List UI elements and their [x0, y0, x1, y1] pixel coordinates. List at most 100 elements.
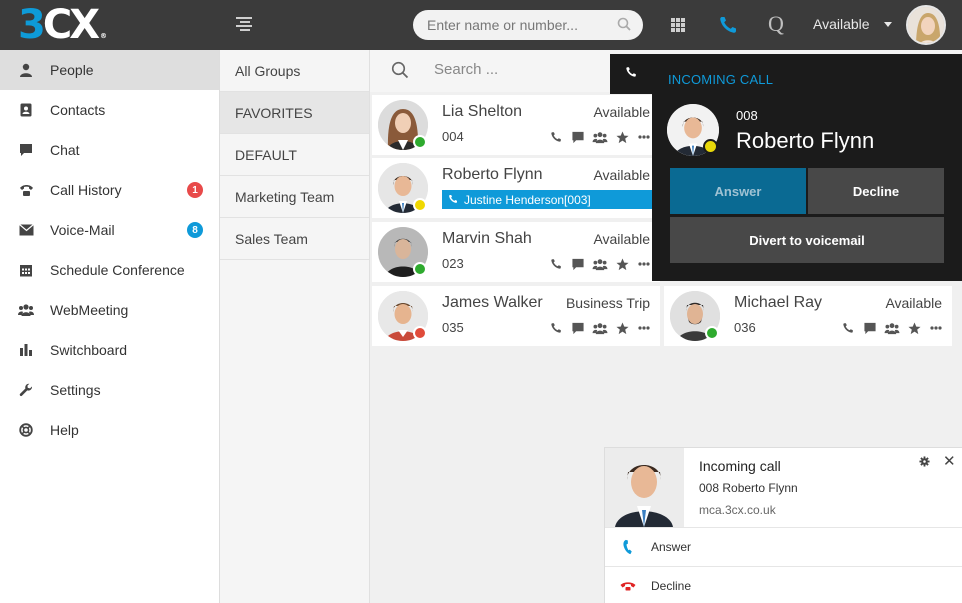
answer-button[interactable]: Answer: [670, 168, 806, 214]
sidebar-item-people[interactable]: People: [0, 50, 219, 90]
gear-icon[interactable]: [919, 454, 930, 472]
people-search-input[interactable]: [434, 61, 604, 78]
answer-label: Answer: [651, 540, 692, 554]
chat-icon[interactable]: [570, 257, 586, 271]
sidebar-item-label: WebMeeting: [50, 302, 129, 318]
sidebar-item-voice-mail[interactable]: Voice-Mail 8: [0, 210, 219, 250]
phone-icon: [448, 193, 458, 207]
close-icon[interactable]: ✕: [943, 452, 956, 470]
wrench-icon: [18, 382, 34, 398]
contact-status: Business Trip: [565, 295, 650, 311]
group-icon: [18, 302, 34, 318]
sidebar-item-contacts[interactable]: Contacts: [0, 90, 219, 130]
divert-to-voicemail-button[interactable]: Divert to voicemail: [670, 217, 944, 263]
group-sales-team[interactable]: Sales Team: [220, 218, 369, 260]
more-icon[interactable]: [636, 257, 652, 271]
chat-icon[interactable]: [570, 130, 586, 144]
notification-source: mca.3cx.co.uk: [699, 503, 776, 517]
contact-card-michael-ray[interactable]: Michael Ray 036 Available: [664, 286, 952, 346]
decline-button[interactable]: Decline: [808, 168, 944, 214]
call-icon[interactable]: [548, 257, 564, 271]
bar-chart-icon: [18, 342, 34, 358]
contact-extension: 036: [734, 320, 756, 335]
chevron-down-icon: [883, 21, 892, 27]
dial-search-input[interactable]: [427, 17, 612, 33]
presence-status-dropdown[interactable]: Available: [813, 16, 892, 32]
hangup-icon: [605, 581, 651, 591]
q-icon[interactable]: Q: [768, 11, 784, 37]
notification-decline-button[interactable]: Decline: [605, 566, 962, 603]
top-bar: 3CX® Q Available: [0, 0, 962, 50]
contact-actions: [548, 257, 652, 271]
star-icon[interactable]: [614, 257, 630, 271]
contact-status: Available: [593, 231, 650, 247]
sidebar-item-schedule-conference[interactable]: Schedule Conference: [0, 250, 219, 290]
incoming-call-title: INCOMING CALL: [668, 72, 774, 87]
sidebar-item-label: Settings: [50, 382, 101, 398]
search-icon[interactable]: [617, 17, 631, 36]
group-icon[interactable]: [592, 321, 608, 335]
person-icon: [18, 62, 34, 78]
notification-body: 008 Roberto Flynn: [699, 481, 798, 495]
dial-search-box: [413, 10, 643, 40]
presence-dot: [413, 326, 427, 340]
contact-status: Available: [885, 295, 942, 311]
phone-icon: [605, 539, 651, 555]
call-panel-tab[interactable]: [610, 54, 652, 94]
chat-icon[interactable]: [862, 321, 878, 335]
contact-extension: 023: [442, 256, 464, 271]
group-favorites[interactable]: FAVORITES: [220, 92, 369, 134]
contact-card-james-walker[interactable]: James Walker 035 Business Trip: [372, 286, 660, 346]
sidebar-item-label: Schedule Conference: [50, 262, 185, 278]
more-icon[interactable]: [636, 130, 652, 144]
sidebar-item-label: People: [50, 62, 94, 78]
call-icon[interactable]: [548, 321, 564, 335]
call-icon[interactable]: [548, 130, 564, 144]
star-icon[interactable]: [614, 321, 630, 335]
notification-title: Incoming call: [699, 458, 781, 474]
caller-photo: [605, 448, 684, 527]
presence-dot: [703, 139, 718, 154]
sidebar-item-help[interactable]: Help: [0, 410, 219, 450]
menu-toggle-icon[interactable]: [236, 17, 252, 31]
contact-card-lia-shelton[interactable]: Lia Shelton 004 Available: [372, 95, 660, 155]
contact-actions: [548, 321, 652, 335]
phone-icon: [18, 182, 34, 198]
search-icon[interactable]: [391, 61, 409, 84]
sidebar-item-label: Contacts: [50, 102, 106, 118]
decline-label: Decline: [651, 579, 692, 593]
call-icon[interactable]: [840, 321, 856, 335]
group-icon[interactable]: [884, 321, 900, 335]
group-all-groups[interactable]: All Groups: [220, 50, 369, 92]
sidebar-item-switchboard[interactable]: Switchboard: [0, 330, 219, 370]
sidebar-item-label: Chat: [50, 142, 80, 158]
active-call-bar[interactable]: Justine Henderson[003]: [442, 190, 654, 209]
group-marketing-team[interactable]: Marketing Team: [220, 176, 369, 218]
more-icon[interactable]: [636, 321, 652, 335]
groups-panel: All Groups FAVORITES DEFAULT Marketing T…: [220, 50, 370, 603]
logo-3cx[interactable]: 3 CX ®: [18, 5, 107, 45]
sidebar-item-call-history[interactable]: Call History 1: [0, 170, 219, 210]
group-default[interactable]: DEFAULT: [220, 134, 369, 176]
group-icon[interactable]: [592, 257, 608, 271]
contact-card-roberto-flynn[interactable]: Roberto Flynn Available Justine Henderso…: [372, 158, 660, 218]
sidebar-item-chat[interactable]: Chat: [0, 130, 219, 170]
group-icon[interactable]: [592, 130, 608, 144]
phone-icon[interactable]: [718, 15, 738, 40]
envelope-icon: [18, 222, 34, 238]
star-icon[interactable]: [906, 321, 922, 335]
sidebar-item-label: Voice-Mail: [50, 222, 115, 238]
sidebar-item-webmeeting[interactable]: WebMeeting: [0, 290, 219, 330]
lifebuoy-icon: [18, 422, 34, 438]
user-avatar[interactable]: [906, 5, 946, 45]
contact-card-marvin-shah[interactable]: Marvin Shah 023 Available: [372, 222, 660, 282]
star-icon[interactable]: [614, 130, 630, 144]
contact-actions: [548, 130, 652, 144]
dialpad-grid-icon[interactable]: [671, 18, 685, 32]
calendar-icon: [18, 262, 34, 278]
sidebar-item-settings[interactable]: Settings: [0, 370, 219, 410]
notification-answer-button[interactable]: Answer: [605, 527, 962, 566]
chat-icon[interactable]: [570, 321, 586, 335]
contact-extension: 004: [442, 129, 464, 144]
more-icon[interactable]: [928, 321, 944, 335]
